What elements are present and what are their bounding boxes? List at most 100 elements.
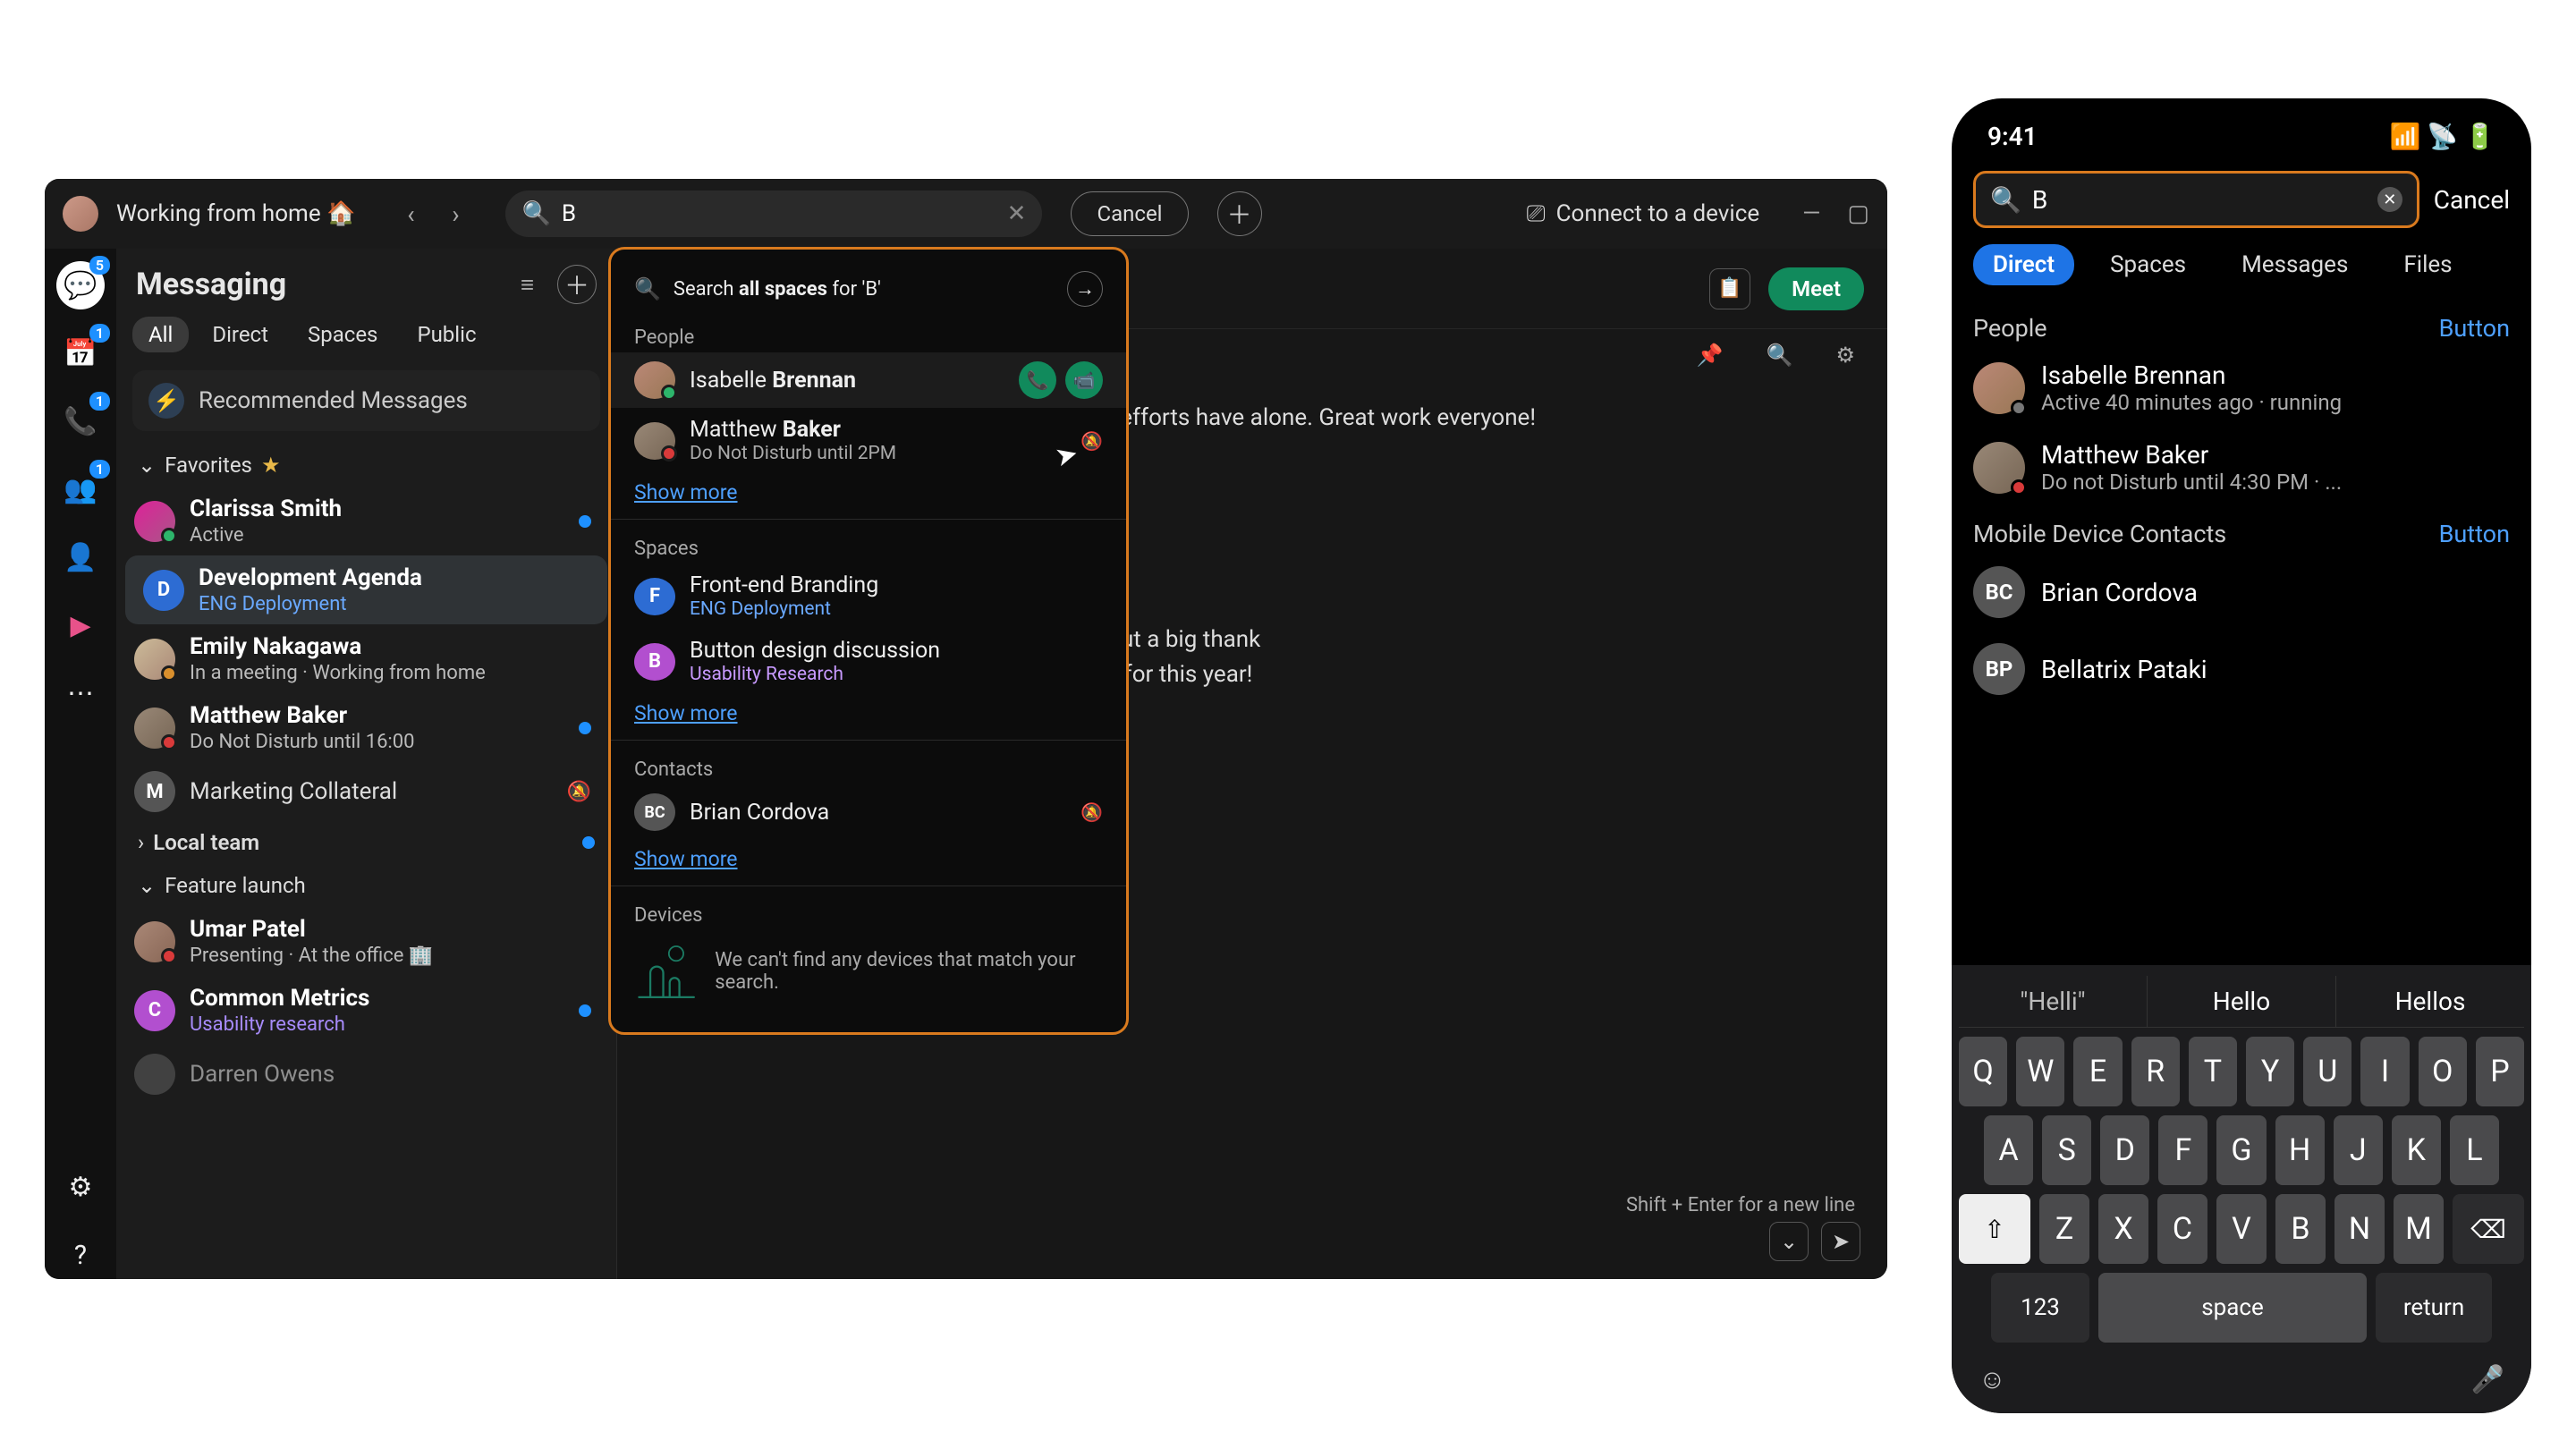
minimize-icon[interactable]: ―	[1802, 200, 1820, 227]
key-y[interactable]: Y	[2246, 1037, 2294, 1106]
rail-help[interactable]: ?	[56, 1231, 105, 1279]
sidebar-item-umar[interactable]: Umar PatelPresenting · At the office 🏢	[116, 907, 616, 976]
search-all-row[interactable]: 🔍 Search all spaces for 'B' →	[611, 262, 1126, 316]
forward-button[interactable]: ›	[436, 194, 475, 233]
key-w[interactable]: W	[2016, 1037, 2064, 1106]
key-space[interactable]: space	[2098, 1273, 2367, 1343]
go-icon[interactable]: →	[1067, 271, 1103, 307]
expand-composer-icon[interactable]: ⌄	[1769, 1222, 1809, 1261]
result-brian[interactable]: BC Brian Cordova 🔕	[611, 784, 1126, 840]
rail-settings[interactable]: ⚙	[56, 1163, 105, 1211]
result-button-disc[interactable]: B Button design discussionUsability Rese…	[611, 629, 1126, 694]
key-l[interactable]: L	[2450, 1115, 2499, 1185]
new-chat-button[interactable]: ＋	[557, 265, 597, 304]
rail-app[interactable]: ▶	[56, 601, 105, 649]
mobile-search-field[interactable]: 🔍 ✕	[1973, 171, 2419, 228]
show-more-contacts[interactable]: Show more	[611, 840, 761, 878]
rail-contacts[interactable]: 👤	[56, 533, 105, 581]
connect-device[interactable]: ⎚ Connect to a device	[1527, 200, 1759, 228]
key-return[interactable]: return	[2376, 1273, 2492, 1343]
filter-icon[interactable]: ≡	[521, 271, 534, 299]
key-m[interactable]: M	[2394, 1194, 2444, 1264]
m-people-button[interactable]: Button	[2439, 314, 2510, 343]
meet-button[interactable]: Meet	[1768, 267, 1864, 310]
m-tab-files[interactable]: Files	[2384, 244, 2471, 285]
m-result-isabelle[interactable]: Isabelle BrennanActive 40 minutes ago · …	[1952, 348, 2531, 428]
sidebar-item-clarissa[interactable]: Clarissa SmithActive	[116, 487, 616, 555]
clear-icon[interactable]: ✕	[1007, 200, 1027, 227]
rail-chat[interactable]: 💬5	[56, 261, 105, 309]
m-result-matthew[interactable]: Matthew BakerDo not Disturb until 4:30 P…	[1952, 428, 2531, 507]
key-k[interactable]: K	[2392, 1115, 2441, 1185]
rail-teams[interactable]: 👥1	[56, 465, 105, 513]
rail-calls[interactable]: 📞1	[56, 397, 105, 445]
m-result-bella[interactable]: BP Bellatrix Pataki	[1952, 631, 2531, 708]
search-cancel-button[interactable]: Cancel	[1071, 191, 1188, 236]
maximize-icon[interactable]: ▢	[1847, 200, 1869, 227]
clipboard-icon[interactable]: 📋	[1709, 268, 1750, 309]
m-mdc-button[interactable]: Button	[2439, 520, 2510, 548]
sugg-2[interactable]: Hello	[2147, 976, 2335, 1027]
mic-icon[interactable]: 🎤	[2471, 1364, 2504, 1395]
key-s[interactable]: S	[2042, 1115, 2091, 1185]
section-local-team[interactable]: › Local team	[116, 821, 616, 864]
tab-spaces[interactable]: Spaces	[292, 317, 394, 352]
key-a[interactable]: A	[1984, 1115, 2033, 1185]
key-shift[interactable]: ⇧	[1959, 1194, 2030, 1264]
mobile-search-input[interactable]	[2032, 185, 2367, 215]
sidebar-item-metrics[interactable]: C Common MetricsUsability research	[116, 976, 616, 1045]
tab-all[interactable]: All	[132, 317, 189, 352]
pin-icon[interactable]: 📌	[1697, 343, 1724, 368]
key-e[interactable]: E	[2073, 1037, 2122, 1106]
result-isabelle[interactable]: Isabelle Brennan 📞 📹	[611, 352, 1126, 408]
sidebar-item-emily[interactable]: Emily NakagawaIn a meeting · Working fro…	[116, 624, 616, 693]
key-f[interactable]: F	[2158, 1115, 2207, 1185]
key-i[interactable]: I	[2360, 1037, 2409, 1106]
rail-more[interactable]: ⋯	[56, 669, 105, 717]
key-123[interactable]: 123	[1991, 1273, 2089, 1343]
key-c[interactable]: C	[2157, 1194, 2207, 1264]
m-tab-direct[interactable]: Direct	[1973, 244, 2074, 285]
section-feature-launch[interactable]: ⌄ Feature launch	[116, 864, 616, 907]
back-button[interactable]: ‹	[391, 194, 430, 233]
sidebar-item-marketing[interactable]: M Marketing Collateral 🔕	[116, 762, 616, 821]
key-p[interactable]: P	[2476, 1037, 2524, 1106]
clear-icon[interactable]: ✕	[2377, 187, 2402, 212]
m-result-brian[interactable]: BC Brian Cordova	[1952, 554, 2531, 631]
key-q[interactable]: Q	[1959, 1037, 2007, 1106]
show-more-spaces[interactable]: Show more	[611, 694, 761, 733]
key-d[interactable]: D	[2100, 1115, 2149, 1185]
key-n[interactable]: N	[2334, 1194, 2385, 1264]
search-input[interactable]	[562, 200, 996, 227]
key-x[interactable]: X	[2098, 1194, 2148, 1264]
rail-calendar[interactable]: 📅1	[56, 329, 105, 377]
section-favorites[interactable]: ⌄ Favorites ★	[116, 444, 616, 487]
sugg-1[interactable]: "Helli"	[1959, 976, 2147, 1027]
m-tab-messages[interactable]: Messages	[2222, 244, 2368, 285]
key-g[interactable]: G	[2216, 1115, 2266, 1185]
user-avatar[interactable]	[63, 196, 98, 232]
m-tab-spaces[interactable]: Spaces	[2090, 244, 2206, 285]
key-h[interactable]: H	[2275, 1115, 2325, 1185]
key-backspace[interactable]: ⌫	[2453, 1194, 2524, 1264]
key-j[interactable]: J	[2334, 1115, 2383, 1185]
global-search[interactable]: 🔍 ✕	[505, 191, 1042, 237]
tab-direct[interactable]: Direct	[196, 317, 284, 352]
key-u[interactable]: U	[2303, 1037, 2351, 1106]
key-v[interactable]: V	[2216, 1194, 2267, 1264]
key-r[interactable]: R	[2131, 1037, 2180, 1106]
recommended-row[interactable]: ⚡ Recommended Messages	[132, 370, 600, 431]
result-frontend[interactable]: F Front-end BrandingENG Deployment	[611, 564, 1126, 629]
settings-icon[interactable]: ⚙	[1835, 343, 1855, 368]
result-matthew[interactable]: Matthew BakerDo Not Disturb until 2PM 🔕	[611, 408, 1126, 473]
sidebar-item-matthew[interactable]: Matthew BakerDo Not Disturb until 16:00	[116, 693, 616, 762]
key-z[interactable]: Z	[2039, 1194, 2089, 1264]
emoji-icon[interactable]: ☺	[1979, 1364, 2006, 1395]
user-status[interactable]: Working from home 🏠	[116, 200, 355, 227]
key-t[interactable]: T	[2189, 1037, 2237, 1106]
key-b[interactable]: B	[2275, 1194, 2326, 1264]
audio-call-icon[interactable]: 📞	[1019, 361, 1056, 399]
show-more-people[interactable]: Show more	[611, 473, 761, 512]
key-o[interactable]: O	[2419, 1037, 2467, 1106]
add-button[interactable]: ＋	[1217, 191, 1262, 236]
